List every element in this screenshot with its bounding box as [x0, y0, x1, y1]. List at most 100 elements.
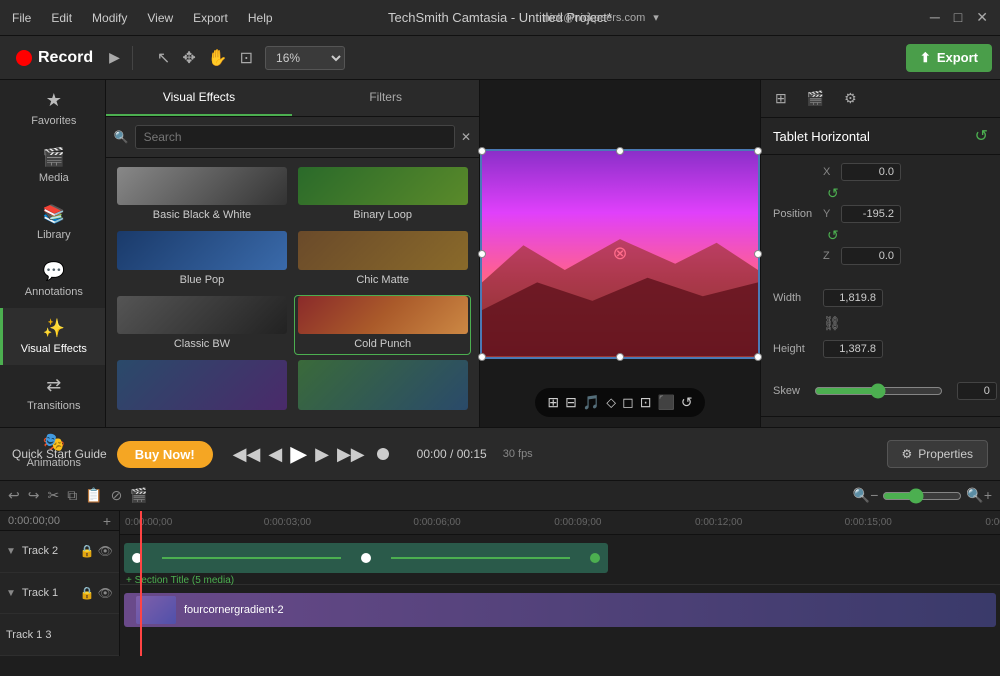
sidebar-item-transitions[interactable]: ⇄ Transitions: [0, 365, 105, 422]
zoom-select[interactable]: 16% 25% 50% 100%: [265, 46, 345, 70]
x-input[interactable]: [841, 163, 901, 181]
tab-filters[interactable]: Filters: [292, 80, 479, 116]
sidebar-item-library[interactable]: 📚 Library: [0, 194, 105, 251]
undo-icon[interactable]: ↩: [8, 487, 20, 504]
crop-tool[interactable]: ⊡: [236, 44, 257, 72]
track2-dot-mid[interactable]: [361, 553, 371, 563]
effect-blue-pop[interactable]: Blue Pop: [114, 230, 291, 290]
track1-expand-icon[interactable]: ▼: [6, 588, 16, 599]
canvas-tool-2[interactable]: ⊟: [565, 394, 577, 411]
canvas-tool-8[interactable]: ↺: [681, 394, 693, 411]
menu-help[interactable]: Help: [244, 9, 277, 27]
menu-file[interactable]: File: [8, 9, 35, 27]
track1-clip[interactable]: fourcornergradient-2: [124, 593, 996, 627]
move-tool[interactable]: ✥: [178, 44, 199, 72]
video-icon[interactable]: 🎬: [130, 487, 147, 504]
skew-slider[interactable]: [814, 383, 943, 399]
buy-now-button[interactable]: Buy Now!: [117, 441, 213, 468]
properties-button[interactable]: ⚙ Properties: [887, 440, 988, 468]
next-frame-button[interactable]: ▶: [315, 444, 329, 465]
y-input[interactable]: [841, 205, 901, 223]
canvas-tool-1[interactable]: ⊞: [547, 394, 559, 411]
cut-icon[interactable]: ✂: [47, 487, 59, 504]
menu-export[interactable]: Export: [189, 9, 232, 27]
record-button[interactable]: Record: [8, 45, 101, 71]
quick-start-guide[interactable]: Quick Start Guide: [12, 447, 107, 461]
track2-dot-start[interactable]: [132, 553, 142, 563]
effect-chic-matte[interactable]: Chic Matte: [294, 230, 471, 290]
sidebar-item-favorites[interactable]: ★ Favorites: [0, 80, 105, 137]
visual-effects-icon: ✨: [43, 318, 65, 339]
play-button[interactable]: ▶: [290, 441, 307, 467]
canvas-tool-3[interactable]: 🎵: [583, 394, 600, 411]
split-icon[interactable]: ⊘: [111, 487, 123, 504]
timeline-zoom-slider[interactable]: [882, 488, 962, 504]
export-button[interactable]: ⬆ Export: [906, 44, 992, 72]
sidebar-item-visual-effects[interactable]: ✨ Visual Effects: [0, 308, 105, 365]
width-input[interactable]: [823, 289, 883, 307]
hand-tool[interactable]: ✋: [204, 44, 232, 72]
effects-search-input[interactable]: [135, 125, 455, 149]
timeline-toolbar: ↩ ↪ ✂ ⧉ 📋 ⊘ 🎬 🔍− 🔍+: [0, 481, 1000, 511]
x-refresh-icon[interactable]: ↺: [827, 185, 837, 202]
track1-eye-icon[interactable]: 👁: [98, 586, 113, 600]
effect-basic-bw[interactable]: Basic Black & White: [114, 166, 291, 226]
copy-icon[interactable]: ⧉: [67, 487, 77, 504]
tab-visual-effects[interactable]: Visual Effects: [106, 80, 293, 116]
redo-icon[interactable]: ↪: [28, 487, 40, 504]
menu-modify[interactable]: Modify: [88, 9, 131, 27]
track2-dot-end[interactable]: [590, 553, 600, 563]
canvas-tool-4[interactable]: ⬦: [606, 394, 616, 411]
props-tab-media[interactable]: 🎬: [799, 86, 832, 111]
account-dropdown-icon[interactable]: ▾: [653, 11, 659, 24]
position-label: Position: [773, 208, 823, 220]
track1-lock-icon[interactable]: 🔒: [80, 586, 95, 600]
track-labels: 0:00:00;00 + ▼ Track 2 🔒 👁 ▼ Track 1 🔒 👁: [0, 511, 120, 656]
step-forward-button[interactable]: ▶▶: [337, 444, 365, 465]
minimize-button[interactable]: ─: [926, 9, 944, 26]
track1-name: Track 1: [22, 587, 74, 599]
effect-cold-punch[interactable]: Cold Punch: [294, 295, 471, 355]
height-input[interactable]: [823, 340, 883, 358]
zoom-out-icon[interactable]: 🔍−: [853, 487, 879, 504]
effect-extra1[interactable]: [114, 359, 291, 419]
menu-edit[interactable]: Edit: [47, 9, 76, 27]
close-button[interactable]: ✕: [972, 9, 992, 26]
canvas-tool-7[interactable]: ⬛: [657, 394, 674, 411]
step-back-button[interactable]: ◀◀: [233, 444, 261, 465]
props-tab-audio[interactable]: ⚙: [836, 86, 865, 111]
effect-classic-bw[interactable]: Classic BW: [114, 295, 291, 355]
y-refresh-icon[interactable]: ↺: [827, 227, 837, 244]
move-center-icon[interactable]: ⊗: [612, 243, 627, 264]
previous-frame-button[interactable]: ◀: [268, 444, 282, 465]
sidebar-item-annotations[interactable]: 💬 Annotations: [0, 251, 105, 308]
device-name: Tablet Horizontal: [773, 129, 870, 144]
zoom-in-icon[interactable]: 🔍+: [966, 487, 992, 504]
link-dimensions-icon[interactable]: ⛓: [823, 315, 841, 332]
sidebar-item-media[interactable]: 🎬 Media: [0, 137, 105, 194]
canvas-tool-5[interactable]: ◻: [622, 394, 634, 411]
track2-clip[interactable]: [124, 543, 608, 573]
z-input[interactable]: [841, 247, 901, 265]
track2-eye-icon[interactable]: 👁: [98, 544, 113, 558]
effect-binary-loop[interactable]: Binary Loop: [294, 166, 471, 226]
track1-clip-label: fourcornergradient-2: [184, 604, 284, 616]
skew-input[interactable]: [957, 382, 997, 400]
effect-extra2[interactable]: [294, 359, 471, 419]
select-tool[interactable]: ↖: [153, 44, 174, 72]
properties-btn-label: Properties: [918, 447, 973, 461]
record-dropdown-icon[interactable]: ▶: [109, 49, 120, 66]
canvas-tool-6[interactable]: ⊡: [640, 394, 652, 411]
y-axis-label: Y: [823, 208, 837, 220]
canvas-container: ⊗: [480, 149, 760, 359]
track2-lock-icon[interactable]: 🔒: [80, 544, 95, 558]
paste-icon[interactable]: 📋: [85, 487, 102, 504]
clear-search-icon[interactable]: ✕: [461, 130, 471, 144]
menu-view[interactable]: View: [143, 9, 177, 27]
props-tab-layout[interactable]: ⊞: [767, 86, 795, 111]
refresh-icon[interactable]: ↺: [975, 126, 988, 146]
maximize-button[interactable]: □: [950, 9, 966, 26]
track2-expand-icon[interactable]: ▼: [6, 546, 16, 557]
add-track-button[interactable]: +: [103, 513, 111, 529]
ruler-mark-15: 0:00:15;00: [842, 511, 892, 534]
